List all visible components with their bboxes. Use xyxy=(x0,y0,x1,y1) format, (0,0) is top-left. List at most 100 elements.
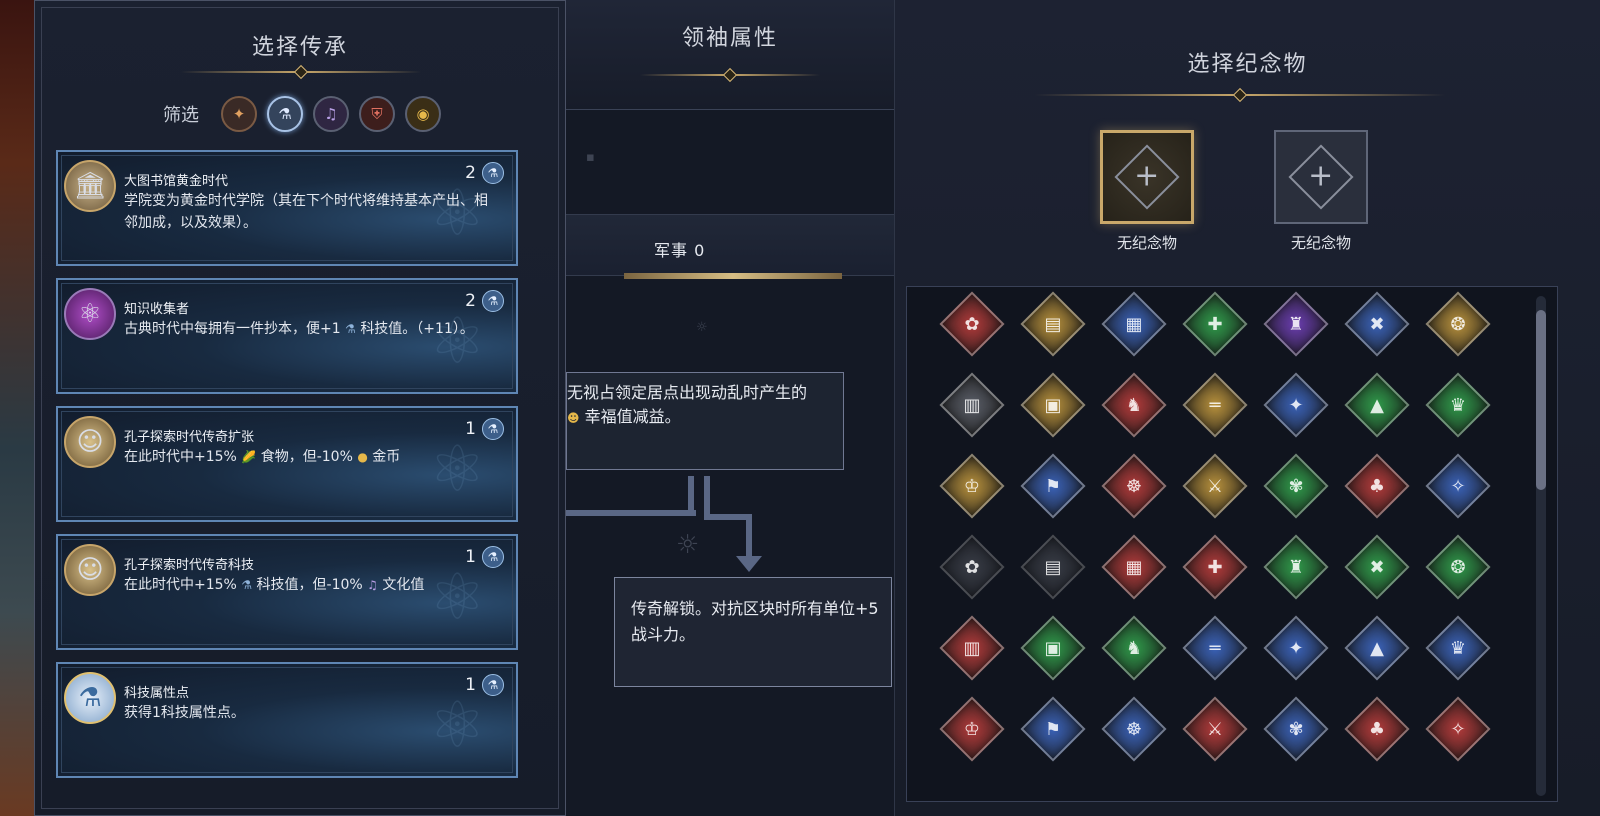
memento-item[interactable]: ▤ xyxy=(1020,534,1086,600)
memento-item[interactable]: ♞ xyxy=(1101,372,1167,438)
great-library-icon: 🏛 xyxy=(64,160,116,212)
arrow-down-icon xyxy=(736,556,762,572)
memento-item[interactable]: ⚔ xyxy=(1182,696,1248,762)
memento-item[interactable]: ✚ xyxy=(1182,534,1248,600)
memento-glyph-icon: ✦ xyxy=(1288,637,1304,659)
title-ornament xyxy=(181,64,421,80)
memento-glyph-icon: ✧ xyxy=(1450,475,1466,497)
card-description: 在此时代中+15% 🌽 食物，但-10% ● 金币 xyxy=(124,449,401,465)
memento-item[interactable]: ☸ xyxy=(1101,453,1167,519)
memento-item[interactable]: ❂ xyxy=(1425,291,1491,357)
tree-connector xyxy=(688,476,694,516)
confucius-portrait-icon: ☺ xyxy=(64,544,116,596)
card-cost: 1 ⚗ xyxy=(465,546,504,568)
memento-glyph-icon: ▤ xyxy=(1044,313,1062,335)
memento-glyph-icon: ✚ xyxy=(1207,556,1223,578)
memento-glyph-icon: ♛ xyxy=(1449,394,1467,416)
memento-item[interactable]: ♔ xyxy=(939,453,1005,519)
memento-item[interactable]: ✾ xyxy=(1263,696,1329,762)
card-title: 大图书馆黄金时代 xyxy=(124,174,229,189)
card-title: 孔子探索时代传奇科技 xyxy=(124,558,255,573)
memento-item[interactable]: ▦ xyxy=(1101,291,1167,357)
plus-icon: + xyxy=(1134,158,1160,194)
memento-item[interactable]: ═ xyxy=(1182,615,1248,681)
culture-music-icon: ♫ xyxy=(367,578,378,592)
memento-item[interactable]: ♞ xyxy=(1101,615,1167,681)
memento-glyph-icon: ⚑ xyxy=(1044,718,1062,740)
cost-value: 1 xyxy=(465,675,476,695)
memento-item[interactable]: ▤ xyxy=(1020,291,1086,357)
legacy-card[interactable]: ⚛ ⚗ 科技属性点 1 ⚗ 获得1科技属性点。 xyxy=(56,662,518,778)
memento-item[interactable]: ✿ xyxy=(939,534,1005,600)
multi-category-icon[interactable]: ✦ xyxy=(221,96,257,132)
memento-item[interactable]: ⚔ xyxy=(1182,453,1248,519)
memento-glyph-icon: ⚔ xyxy=(1206,475,1224,497)
memento-item[interactable]: ♜ xyxy=(1263,534,1329,600)
memento-glyph-icon: ⚔ xyxy=(1206,718,1224,740)
memento-item[interactable]: ♣ xyxy=(1344,453,1410,519)
memento-item[interactable]: ♔ xyxy=(939,696,1005,762)
memento-glyph-icon: ♣ xyxy=(1368,475,1386,497)
science-flask-icon[interactable]: ⚗ xyxy=(267,96,303,132)
memento-item[interactable]: ▣ xyxy=(1020,615,1086,681)
memento-item[interactable]: ♛ xyxy=(1425,615,1491,681)
gold-coin-icon: ● xyxy=(357,450,368,464)
military-shield-icon[interactable]: ⛨ xyxy=(359,96,395,132)
memento-slot-1[interactable]: + xyxy=(1100,130,1194,224)
sun-icon: ☼ xyxy=(676,530,700,560)
science-flask-icon: ⚗ xyxy=(482,674,504,696)
science-flask-icon: ⚗ xyxy=(482,162,504,184)
legacy-card[interactable]: ⚛ 🏛 大图书馆黄金时代 2 ⚗ 学院变为黄金时代学院（其在下个时代将维持基本产出… xyxy=(56,150,518,266)
happiness-icon: ☻ xyxy=(567,411,580,425)
memento-item[interactable]: ✦ xyxy=(1263,372,1329,438)
memento-glyph-icon: ❂ xyxy=(1450,556,1466,578)
cost-value: 2 xyxy=(465,291,476,311)
memento-glyph-icon: ▲ xyxy=(1370,394,1384,416)
scrollbar-thumb[interactable] xyxy=(1536,310,1546,490)
tree-connector xyxy=(704,514,752,520)
memento-item[interactable]: ♣ xyxy=(1344,696,1410,762)
memento-glyph-icon: ❂ xyxy=(1450,313,1466,335)
memento-glyph-icon: ☸ xyxy=(1125,718,1143,740)
memento-item[interactable]: ═ xyxy=(1182,372,1248,438)
economic-coin-icon[interactable]: ◉ xyxy=(405,96,441,132)
memento-item[interactable]: ⚑ xyxy=(1020,696,1086,762)
military-tab[interactable]: 军事 0 xyxy=(566,214,894,279)
memento-item[interactable]: ▥ xyxy=(939,372,1005,438)
memento-item[interactable]: ✿ xyxy=(939,291,1005,357)
memento-item[interactable]: ❂ xyxy=(1425,534,1491,600)
memento-slot-2[interactable]: + xyxy=(1274,130,1368,224)
food-icon: 🌽 xyxy=(241,450,257,464)
memento-glyph-icon: ♞ xyxy=(1125,394,1143,416)
legacy-card[interactable]: ⚛ ☺ 孔子探索时代传奇科技 1 ⚗ 在此时代中+15% ⚗ 科技值，但-10% … xyxy=(56,534,518,650)
memento-item[interactable]: ▲ xyxy=(1344,372,1410,438)
memento-item[interactable]: ♛ xyxy=(1425,372,1491,438)
tree-connector xyxy=(746,514,752,556)
memento-item[interactable]: ✾ xyxy=(1263,453,1329,519)
culture-music-icon[interactable]: ♫ xyxy=(313,96,349,132)
memento-item[interactable]: ▥ xyxy=(939,615,1005,681)
memento-glyph-icon: ✾ xyxy=(1288,718,1304,740)
memento-glyph-icon: ▦ xyxy=(1125,556,1143,578)
memento-glyph-icon: ☸ xyxy=(1125,475,1143,497)
memento-item[interactable]: ✚ xyxy=(1182,291,1248,357)
memento-item[interactable]: ✧ xyxy=(1425,453,1491,519)
legacy-card[interactable]: ⚛ ⚛ 知识收集者 2 ⚗ 古典时代中每拥有一件抄本，便+1 ⚗ 科技值。（+11… xyxy=(56,278,518,394)
legacy-card[interactable]: ⚛ ☺ 孔子探索时代传奇扩张 1 ⚗ 在此时代中+15% 🌽 食物，但-10% ●… xyxy=(56,406,518,522)
panel-title: 选择传承 xyxy=(251,35,348,60)
memento-item[interactable]: ⚑ xyxy=(1020,453,1086,519)
memento-item[interactable]: ✖ xyxy=(1344,291,1410,357)
memento-item[interactable]: ☸ xyxy=(1101,696,1167,762)
science-flask-icon: ⚗ xyxy=(345,322,356,336)
memento-glyph-icon: ▤ xyxy=(1044,556,1062,578)
panel-title: 选择纪念物 xyxy=(1187,52,1308,77)
memento-item[interactable]: ▣ xyxy=(1020,372,1086,438)
memento-item[interactable]: ✖ xyxy=(1344,534,1410,600)
memento-item[interactable]: ✧ xyxy=(1425,696,1491,762)
memento-item[interactable]: ▦ xyxy=(1101,534,1167,600)
memento-glyph-icon: ♔ xyxy=(963,718,981,740)
memento-item[interactable]: ▲ xyxy=(1344,615,1410,681)
memento-item[interactable]: ♜ xyxy=(1263,291,1329,357)
science-flask-icon: ⚗ xyxy=(482,546,504,568)
memento-item[interactable]: ✦ xyxy=(1263,615,1329,681)
